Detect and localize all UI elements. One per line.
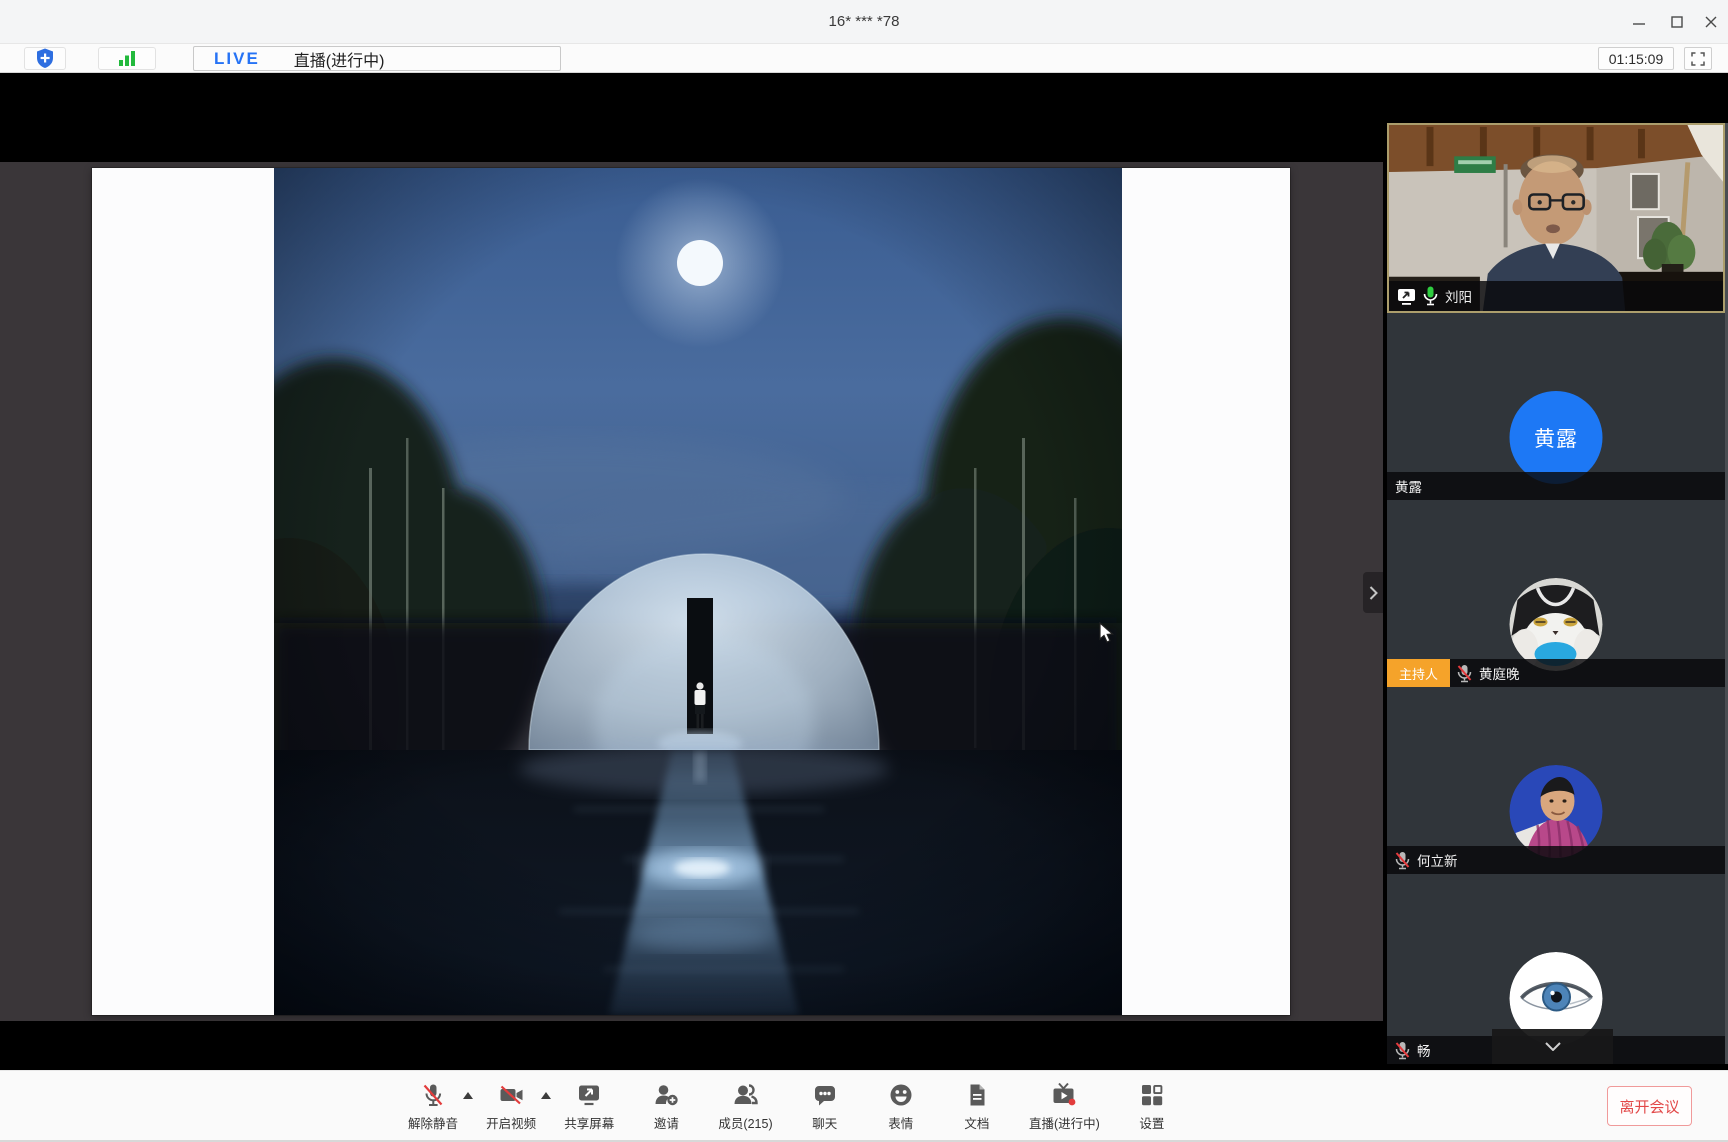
document-icon xyxy=(964,1079,990,1111)
mic-muted-icon xyxy=(1457,664,1472,683)
invite-button[interactable]: 邀请 xyxy=(642,1079,690,1135)
security-shield-button[interactable] xyxy=(24,47,66,70)
close-icon xyxy=(1705,16,1717,28)
invite-person-icon xyxy=(653,1079,680,1111)
window-titlebar: 16* *** *78 xyxy=(0,0,1728,44)
participant-name: 黄露 xyxy=(1395,476,1422,496)
photo-avatar-image xyxy=(1510,765,1603,858)
participant-tile-huanglu[interactable]: 黄露 黄露 xyxy=(1387,313,1725,500)
participant-tile-liuyang[interactable]: 刘阳 xyxy=(1387,123,1725,313)
toolbar-buttons-row: 解除静音 开启视频 共享屏幕 xyxy=(408,1079,1176,1135)
video-options-caret[interactable] xyxy=(541,1092,551,1099)
settings-button[interactable]: 设置 xyxy=(1128,1079,1176,1135)
live-status-text: 直播(进行中) xyxy=(294,47,385,71)
participant-name: 黄庭晚 xyxy=(1479,663,1520,683)
chevron-down-icon xyxy=(1545,1042,1561,1051)
network-signal-button[interactable] xyxy=(98,47,156,70)
mic-muted-icon xyxy=(1395,1041,1410,1060)
close-button[interactable] xyxy=(1698,10,1724,34)
mouse-cursor xyxy=(1098,622,1116,644)
cat-avatar-image xyxy=(1510,578,1603,671)
unmute-button[interactable]: 解除静音 xyxy=(408,1079,458,1135)
shared-screen-stage xyxy=(0,73,1383,1070)
camera-off-icon xyxy=(498,1079,525,1111)
members-button[interactable]: 成员(215) xyxy=(718,1079,772,1135)
avatar xyxy=(1510,578,1603,671)
emoji-smiley-icon xyxy=(888,1079,914,1111)
fullscreen-button[interactable] xyxy=(1684,47,1712,70)
emoji-button[interactable]: 表情 xyxy=(877,1079,925,1135)
live-label: LIVE xyxy=(214,49,260,69)
avatar-initials: 黄露 xyxy=(1534,423,1578,453)
maximize-icon xyxy=(1671,16,1683,28)
members-icon xyxy=(732,1079,759,1111)
minimize-button[interactable] xyxy=(1626,10,1652,34)
presentation-slide xyxy=(92,168,1290,1015)
collapse-sidebar-tab[interactable] xyxy=(1363,572,1383,613)
participant-namebar: 主持人 黄庭晚 xyxy=(1387,659,1725,687)
participants-sidebar: 刘阳 黄露 黄露 xyxy=(1383,73,1728,1070)
meeting-timer: 01:15:09 xyxy=(1598,47,1674,70)
avatar xyxy=(1510,765,1603,858)
fullscreen-icon xyxy=(1691,52,1705,66)
leave-meeting-button[interactable]: 离开会议 xyxy=(1607,1086,1692,1126)
collapse-participants-button[interactable] xyxy=(1492,1029,1613,1064)
chevron-right-icon xyxy=(1369,586,1378,600)
signal-bars-icon xyxy=(119,51,136,66)
mic-on-icon xyxy=(1423,286,1438,306)
participant-namebar: 黄露 xyxy=(1387,472,1725,500)
mic-muted-icon xyxy=(420,1079,446,1111)
participant-tile-huangtingwan[interactable]: 主持人 黄庭晚 xyxy=(1387,500,1725,687)
avatar: 黄露 xyxy=(1510,391,1603,484)
meeting-statusbar: LIVE 直播(进行中) 01:15:09 xyxy=(0,44,1728,73)
shield-icon xyxy=(35,48,55,69)
participant-name: 刘阳 xyxy=(1445,286,1472,306)
window-title: 16* *** *78 xyxy=(0,0,1728,44)
participant-namebar: 何立新 xyxy=(1387,846,1725,874)
screen-sharing-indicator-icon xyxy=(1397,288,1416,305)
share-screen-button[interactable]: 共享屏幕 xyxy=(564,1079,614,1135)
documents-button[interactable]: 文档 xyxy=(953,1079,1001,1135)
mic-muted-icon xyxy=(1395,851,1410,870)
maximize-button[interactable] xyxy=(1664,10,1690,34)
share-screen-icon xyxy=(576,1079,602,1111)
participant-tile-helixin[interactable]: 何立新 xyxy=(1387,687,1725,874)
slide-image-night-dome xyxy=(274,168,1122,1015)
mic-options-caret[interactable] xyxy=(463,1092,473,1099)
chat-button[interactable]: 聊天 xyxy=(801,1079,849,1135)
chat-bubble-icon xyxy=(812,1079,838,1111)
participant-name: 畅 xyxy=(1417,1040,1431,1060)
participant-namebar: 刘阳 xyxy=(1389,281,1723,311)
minimize-icon xyxy=(1633,16,1645,28)
settings-grid-icon xyxy=(1139,1079,1165,1111)
host-badge: 主持人 xyxy=(1387,659,1450,687)
live-tv-icon xyxy=(1050,1079,1078,1111)
live-status-badge[interactable]: LIVE 直播(进行中) xyxy=(193,46,561,71)
start-video-button[interactable]: 开启视频 xyxy=(486,1079,536,1135)
participant-name: 何立新 xyxy=(1417,850,1458,870)
shared-content-background xyxy=(0,162,1383,1021)
meeting-toolbar: 解除静音 开启视频 共享屏幕 xyxy=(0,1070,1728,1142)
live-streaming-button[interactable]: 直播(进行中) xyxy=(1029,1079,1100,1135)
